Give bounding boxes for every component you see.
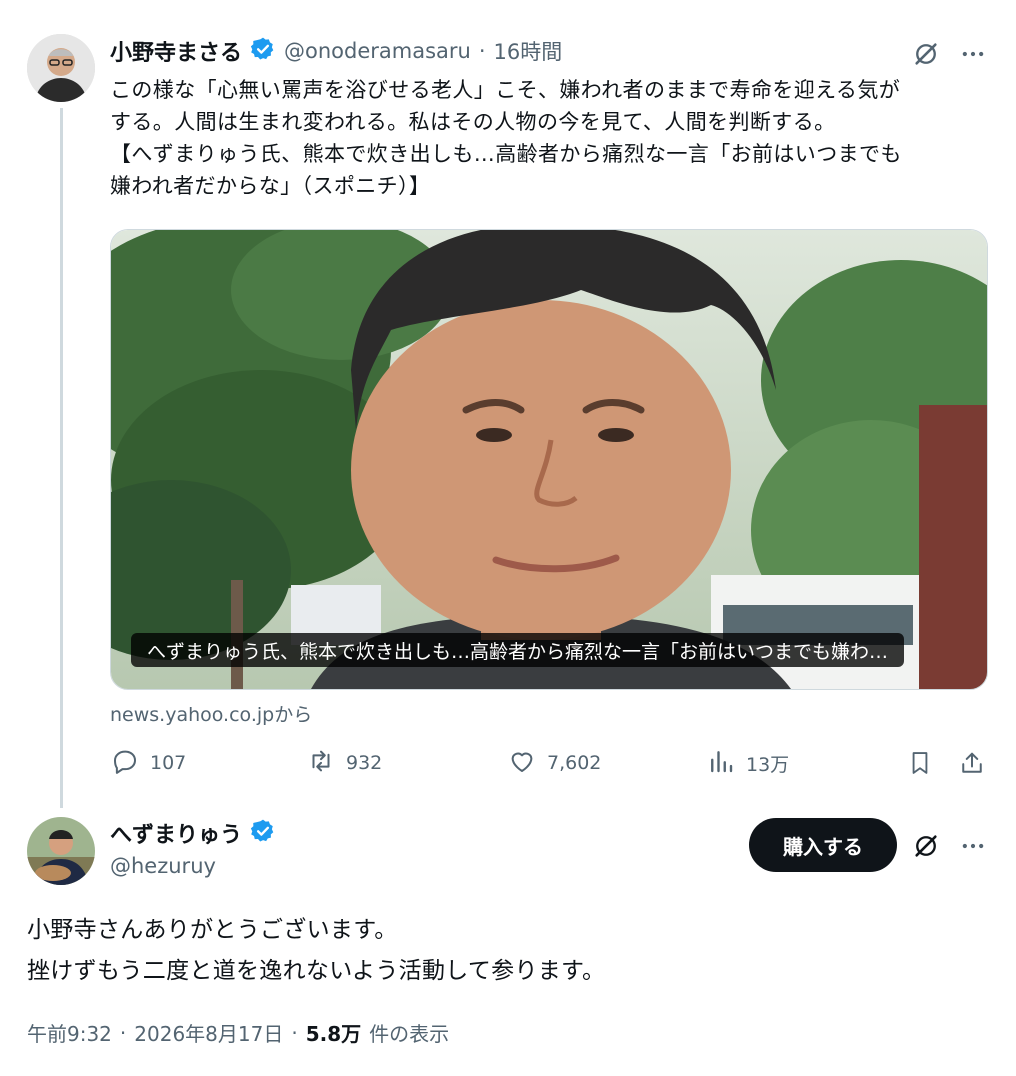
reply-metadata: 午前9:32 · 2026年8月17日 · 5.8万 件の表示 (27, 1018, 449, 1047)
reply-date[interactable]: 2026年8月17日 (134, 1018, 283, 1047)
repost-icon (306, 746, 336, 781)
buy-button[interactable]: 購入する (749, 818, 897, 872)
author-name[interactable]: 小野寺まさる (110, 35, 242, 67)
link-card-image (111, 230, 987, 689)
link-card-caption: へずまりゅう氏、熊本で炊き出しも…高齢者から痛烈な一言「お前はいつまでも嫌わ… (131, 633, 905, 667)
avatar-onodera[interactable] (27, 34, 95, 102)
link-card-source[interactable]: news.yahoo.co.jpから (110, 700, 312, 727)
reply-author-handle[interactable]: @hezuruy (110, 854, 216, 878)
share-icon[interactable] (955, 745, 989, 781)
bookmark-icon[interactable] (903, 745, 937, 781)
reply-views-count: 5.8万 (305, 1022, 362, 1046)
grok-icon[interactable] (908, 36, 944, 72)
views-button[interactable]: 13万 (706, 746, 789, 780)
like-button[interactable]: 7,602 (507, 746, 601, 780)
reply-button[interactable]: 107 (110, 746, 186, 780)
separator-dot: · (291, 1020, 298, 1045)
reply-text-line: 挫けずもう二度と道を逸れないよう活動して参ります。 (27, 958, 606, 984)
post-text: この様な「心無い罵声を浴びせる老人」こそ、嫌われ者のままで寿命を迎える気が する… (110, 74, 990, 202)
like-icon (507, 746, 537, 781)
reply-author-name[interactable]: へずまりゅう (110, 817, 242, 849)
avatar-hezuruy[interactable] (27, 817, 95, 885)
link-card[interactable]: へずまりゅう氏、熊本で炊き出しも…高齢者から痛烈な一言「お前はいつまでも嫌わ… (110, 229, 988, 690)
reply-time[interactable]: 午前9:32 (27, 1018, 112, 1047)
repost-count: 932 (346, 752, 383, 774)
grok-icon[interactable] (908, 828, 944, 864)
separator-dot: · (119, 1020, 127, 1045)
reply-text-line: 小野寺さんありがとうございます。 (27, 917, 398, 943)
separator-dot: · (478, 39, 486, 63)
reply-count: 107 (150, 752, 187, 774)
post-text-line: 【へずまりゅう氏、熊本で炊き出しも…高齢者から痛烈な一言「お前はいつまでも (110, 142, 902, 166)
post-time[interactable]: 16時間 (494, 36, 563, 66)
views-count: 13万 (746, 753, 790, 776)
verified-badge-icon (250, 36, 276, 66)
reply-views-label: 件の表示 (369, 1022, 450, 1046)
views-icon (706, 746, 736, 781)
thread-line (60, 108, 63, 808)
author-handle[interactable]: @onoderamasaru (284, 39, 471, 63)
more-icon[interactable] (954, 828, 992, 864)
like-count: 7,602 (547, 752, 602, 774)
reply-icon (110, 746, 140, 781)
post-text-line: この様な「心無い罵声を浴びせる老人」こそ、嫌われ者のままで寿命を迎える気が (110, 78, 901, 102)
more-icon[interactable] (954, 36, 992, 72)
post-text-line: 嫌われ者だからな」（スポニチ）】 (110, 174, 431, 198)
verified-badge-icon (250, 818, 276, 848)
reply-text: 小野寺さんありがとうございます。 挫けずもう二度と道を逸れないよう活動して参りま… (27, 910, 987, 992)
repost-button[interactable]: 932 (306, 746, 382, 780)
post-text-line: する。人間は生まれ変われる。私はその人物の今を見て、人間を判断する。 (110, 110, 836, 134)
